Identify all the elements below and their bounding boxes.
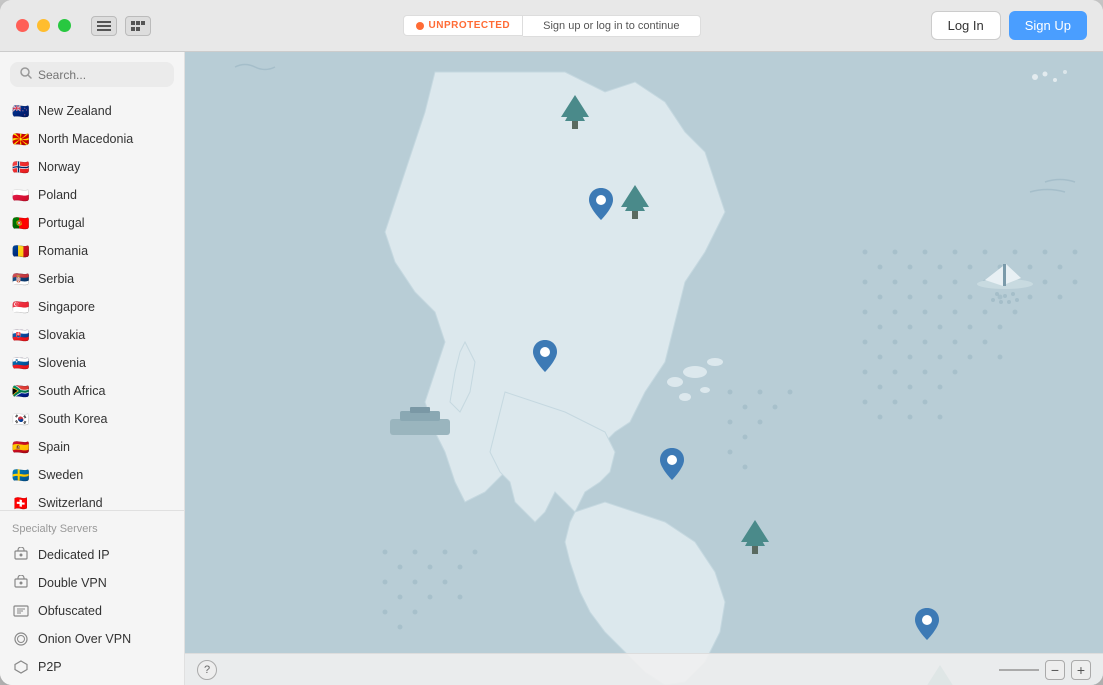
country-name: South Korea: [38, 412, 108, 426]
onion-over-vpn-icon: [12, 630, 30, 648]
country-list-item[interactable]: 🇳🇴 Norway: [0, 153, 184, 181]
country-name: Norway: [38, 160, 80, 174]
country-list-item[interactable]: 🇷🇸 Serbia: [0, 265, 184, 293]
country-list-item[interactable]: 🇸🇪 Sweden: [0, 461, 184, 489]
specialty-list-item[interactable]: Obfuscated: [0, 597, 184, 625]
status-text: UNPROTECTED: [429, 20, 511, 31]
country-name: Switzerland: [38, 496, 103, 510]
specialty-item-name: Dedicated IP: [38, 548, 110, 562]
titlebar: UNPROTECTED Sign up or log in to continu…: [0, 0, 1103, 52]
country-flag: 🇸🇮: [12, 354, 30, 372]
titlebar-center: UNPROTECTED Sign up or log in to continu…: [403, 15, 701, 37]
country-list-item[interactable]: 🇰🇷 South Korea: [0, 405, 184, 433]
zoom-out-button[interactable]: −: [1045, 660, 1065, 680]
country-list-item[interactable]: 🇸🇰 Slovakia: [0, 321, 184, 349]
country-name: South Africa: [38, 384, 105, 398]
country-flag: 🇵🇹: [12, 214, 30, 232]
traffic-lights: [16, 19, 71, 32]
country-list-item[interactable]: 🇵🇱 Poland: [0, 181, 184, 209]
country-name: Singapore: [38, 300, 95, 314]
login-button[interactable]: Log In: [931, 11, 1001, 40]
specialty-list-item[interactable]: Dedicated IP: [0, 541, 184, 569]
country-list-item[interactable]: 🇸🇬 Singapore: [0, 293, 184, 321]
view-toggle-buttons: [91, 16, 151, 36]
specialty-item-name: Double VPN: [38, 576, 107, 590]
specialty-item-name: P2P: [38, 660, 62, 674]
country-flag: 🇨🇭: [12, 494, 30, 510]
specialty-title: Specialty Servers: [0, 519, 184, 541]
country-flag: 🇷🇸: [12, 270, 30, 288]
country-name: Serbia: [38, 272, 74, 286]
country-flag: 🇳🇿: [12, 102, 30, 120]
country-name: New Zealand: [38, 104, 112, 118]
country-flag: 🇰🇷: [12, 410, 30, 428]
status-badge: UNPROTECTED: [403, 15, 524, 36]
country-flag: 🇪🇸: [12, 438, 30, 456]
country-list-item[interactable]: 🇪🇸 Spain: [0, 433, 184, 461]
country-list-item[interactable]: 🇨🇭 Switzerland: [0, 489, 184, 510]
search-box[interactable]: [10, 62, 174, 87]
double-vpn-icon: [12, 574, 30, 592]
country-list-item[interactable]: 🇿🇦 South Africa: [0, 377, 184, 405]
minimize-button[interactable]: [37, 19, 50, 32]
specialty-item-name: Obfuscated: [38, 604, 102, 618]
specialty-list-item[interactable]: Onion Over VPN: [0, 625, 184, 653]
country-flag: 🇿🇦: [12, 382, 30, 400]
country-list-item[interactable]: 🇲🇰 North Macedonia: [0, 125, 184, 153]
map-bottom-bar: ? − +: [185, 653, 1103, 685]
world-map: [185, 52, 1103, 685]
p2p-icon: [12, 658, 30, 676]
status-message: Sign up or log in to continue: [523, 15, 700, 37]
specialty-section: Specialty Servers Dedicated IP Double VPN…: [0, 510, 184, 685]
close-button[interactable]: [16, 19, 29, 32]
list-toggle-button[interactable]: [125, 16, 151, 36]
country-flag: 🇸🇰: [12, 326, 30, 344]
map-container: ? − +: [185, 52, 1103, 685]
main-content: 🇳🇿 New Zealand 🇲🇰 North Macedonia 🇳🇴 Norway 🇵🇱…: [0, 52, 1103, 685]
country-list-item[interactable]: 🇵🇹 Portugal: [0, 209, 184, 237]
zoom-controls: − +: [999, 660, 1091, 680]
signup-button[interactable]: Sign Up: [1009, 11, 1087, 40]
search-icon: [20, 67, 32, 82]
country-flag: 🇲🇰: [12, 130, 30, 148]
zoom-line: [999, 669, 1039, 671]
country-name: Sweden: [38, 468, 83, 482]
specialty-item-name: Onion Over VPN: [38, 632, 131, 646]
country-list-item[interactable]: 🇸🇮 Slovenia: [0, 349, 184, 377]
status-indicator: [416, 22, 424, 30]
specialty-list-item[interactable]: Double VPN: [0, 569, 184, 597]
maximize-button[interactable]: [58, 19, 71, 32]
country-list-item[interactable]: 🇷🇴 Romania: [0, 237, 184, 265]
country-name: Spain: [38, 440, 70, 454]
search-input[interactable]: [38, 68, 164, 82]
country-name: North Macedonia: [38, 132, 133, 146]
country-flag: 🇳🇴: [12, 158, 30, 176]
dedicated-ip-icon: [12, 546, 30, 564]
zoom-in-button[interactable]: +: [1071, 660, 1091, 680]
sidebar-toggle-button[interactable]: [91, 16, 117, 36]
app-window: UNPROTECTED Sign up or log in to continu…: [0, 0, 1103, 685]
country-list-item[interactable]: 🇳🇿 New Zealand: [0, 97, 184, 125]
help-button[interactable]: ?: [197, 660, 217, 680]
country-name: Portugal: [38, 216, 85, 230]
country-name: Poland: [38, 188, 77, 202]
obfuscated-icon: [12, 602, 30, 620]
country-flag: 🇸🇪: [12, 466, 30, 484]
country-name: Slovenia: [38, 356, 86, 370]
titlebar-buttons: Log In Sign Up: [931, 11, 1087, 40]
country-flag: 🇷🇴: [12, 242, 30, 260]
specialty-list-item[interactable]: P2P: [0, 653, 184, 681]
country-name: Romania: [38, 244, 88, 258]
sidebar: 🇳🇿 New Zealand 🇲🇰 North Macedonia 🇳🇴 Norway 🇵🇱…: [0, 52, 185, 685]
country-flag: 🇵🇱: [12, 186, 30, 204]
country-list: 🇳🇿 New Zealand 🇲🇰 North Macedonia 🇳🇴 Norway 🇵🇱…: [0, 95, 184, 510]
country-flag: 🇸🇬: [12, 298, 30, 316]
country-name: Slovakia: [38, 328, 85, 342]
